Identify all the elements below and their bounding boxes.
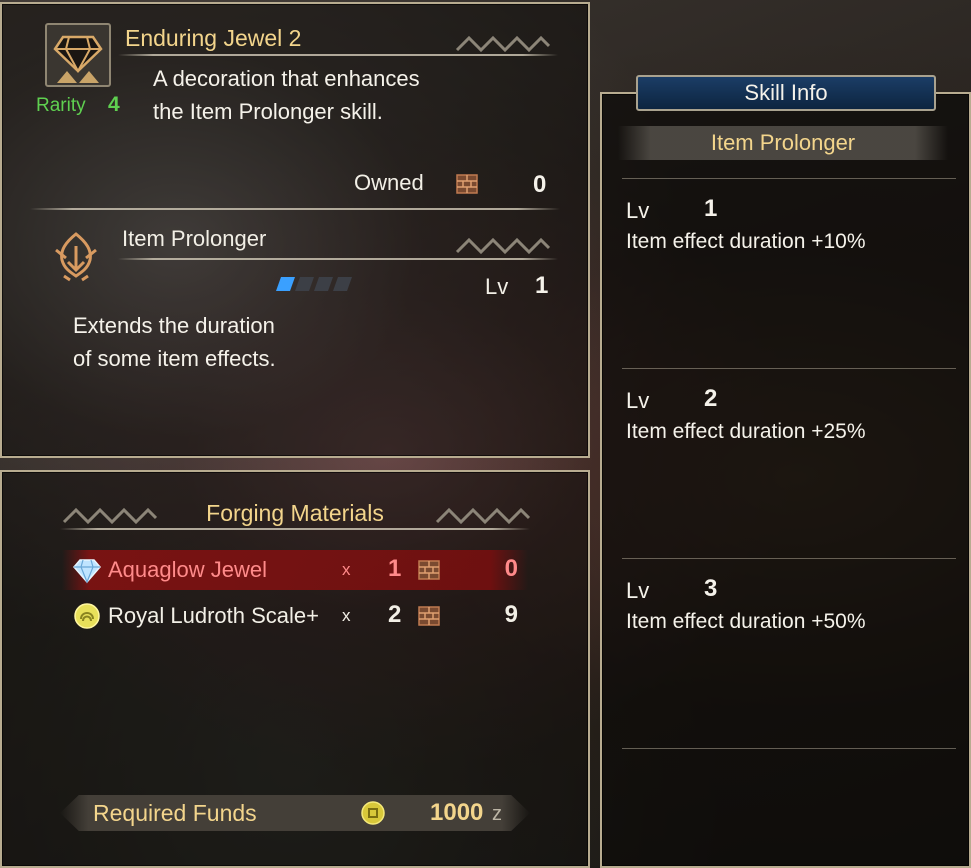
skill-info-divider	[622, 748, 956, 749]
decoration-description-line1: A decoration that enhances	[153, 66, 420, 91]
material-name: Royal Ludroth Scale+	[108, 603, 319, 628]
decoration-description-line2: the Item Prolonger skill.	[153, 99, 383, 124]
skill-level-bar	[276, 277, 352, 291]
item-box-icon	[418, 606, 440, 626]
skill-info-level-value: 3	[704, 575, 718, 602]
skill-description-line2: of some item effects.	[73, 346, 276, 371]
tribal-ornament-icon	[455, 35, 550, 53]
diamond-jewel-icon	[73, 559, 101, 584]
forging-divider	[60, 528, 530, 530]
skill-info-skill-name: Item Prolonger	[618, 126, 948, 160]
material-row-aquaglow-jewel[interactable]: Aquaglow Jewel x 1 0	[62, 550, 528, 590]
title-divider	[118, 54, 558, 56]
section-divider	[30, 208, 560, 210]
material-owned-qty: 0	[504, 555, 518, 582]
skill-info-level-effect: Item effect duration +25%	[626, 420, 866, 443]
skill-info-panel	[600, 92, 971, 868]
material-multiplier: x	[342, 606, 351, 625]
decoration-name: Enduring Jewel 2	[125, 25, 302, 51]
skill-info-header: Skill Info	[636, 75, 936, 111]
funds-unit: z	[492, 803, 502, 825]
skill-level-value: 1	[535, 272, 549, 299]
skill-info-divider	[622, 368, 956, 369]
level-segment-filled	[276, 277, 295, 291]
skill-info-level-effect: Item effect duration +50%	[626, 610, 866, 633]
owned-count: 0	[533, 171, 547, 198]
material-owned-qty: 9	[504, 601, 518, 628]
level-segment-empty	[314, 277, 333, 291]
level-segment-empty	[295, 277, 314, 291]
skill-info-level-effect: Item effect duration +10%	[626, 230, 866, 253]
item-box-icon	[418, 560, 440, 580]
owned-label: Owned	[354, 170, 424, 195]
skill-info-divider	[622, 558, 956, 559]
material-required-qty: 2	[388, 601, 402, 628]
material-row-royal-ludroth-scale[interactable]: Royal Ludroth Scale+ x 2 9	[62, 596, 528, 636]
skill-description-line1: Extends the duration	[73, 313, 275, 338]
required-funds-value: 1000	[430, 799, 484, 826]
skill-info-level-label: Lv	[626, 388, 650, 413]
skill-info-level-value: 1	[704, 195, 718, 222]
skill-info-level-label: Lv	[626, 578, 650, 603]
decoration-jewel-icon	[53, 35, 103, 83]
rarity-label: Rarity	[36, 95, 86, 116]
skill-info-level-label: Lv	[626, 198, 650, 223]
zenny-coin-icon	[361, 801, 385, 825]
rarity-value: 4	[108, 93, 120, 116]
skill-name: Item Prolonger	[122, 226, 267, 251]
skill-info-level-value: 2	[704, 385, 718, 412]
item-box-icon	[456, 174, 478, 194]
material-multiplier: x	[342, 560, 351, 579]
skill-divider	[118, 258, 558, 260]
material-name: Aquaglow Jewel	[108, 557, 267, 582]
skill-emblem-icon	[55, 232, 97, 282]
skill-info-divider	[622, 178, 956, 179]
jewel-icon-frame	[45, 23, 111, 87]
skill-level-label: Lv	[485, 274, 509, 299]
level-segment-empty	[333, 277, 352, 291]
tribal-ornament-icon	[455, 237, 550, 255]
tribal-ornament-icon	[435, 507, 530, 525]
material-required-qty: 1	[388, 555, 402, 582]
scale-icon	[74, 603, 100, 629]
required-funds-label: Required Funds	[93, 800, 257, 826]
